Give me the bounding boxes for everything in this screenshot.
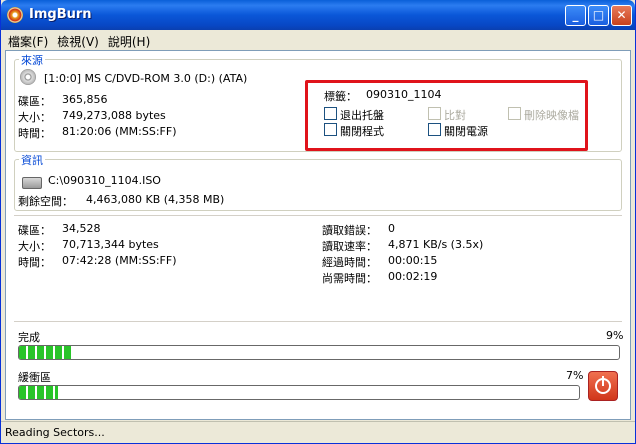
complete-progress-bar: [18, 345, 620, 360]
buffer-progress-fill: [19, 386, 59, 399]
source-device: [1:0:0] MS C/DVD-ROM 3.0 (D:) (ATA): [44, 72, 248, 85]
read-rate-value: 4,871 KB/s (3.5x): [388, 238, 484, 251]
maximize-button[interactable]: □: [588, 5, 609, 26]
info-time-value: 07:42:28 (MM:SS:FF): [62, 254, 177, 267]
elapsed-value: 00:00:15: [388, 254, 438, 267]
info-sectors-label: 碟區：: [18, 224, 51, 237]
status-text: Reading Sectors...: [5, 426, 105, 439]
read-errors-value: 0: [388, 222, 395, 235]
read-rate-label: 讀取速率：: [322, 240, 377, 253]
imgburn-window: ImgBurn _ □ ✕ 檔案(F) 檢視(V) 說明(H) 來源 [1:0:…: [0, 0, 636, 444]
source-size-value: 749,273,088 bytes: [62, 109, 166, 122]
buffer-progress-bar: [18, 385, 580, 400]
info-group-title: 資訊: [19, 152, 45, 168]
info-size-value: 70,713,344 bytes: [62, 238, 159, 251]
menu-bar: 檔案(F) 檢視(V) 說明(H): [1, 30, 635, 49]
source-group-title: 來源: [19, 52, 45, 68]
complete-progress-fill: [19, 346, 73, 359]
source-size-label: 大小：: [18, 111, 51, 124]
source-time-label: 時間：: [18, 127, 51, 140]
remaining-value: 00:02:19: [388, 270, 438, 283]
buffer-label: 緩衝區: [18, 371, 51, 384]
menu-help[interactable]: 說明(H): [105, 30, 156, 49]
divider: [14, 215, 622, 216]
status-bar: Reading Sectors...: [1, 421, 635, 442]
title-bar[interactable]: ImgBurn _ □ ✕: [1, 0, 635, 30]
highlight-box: [305, 80, 588, 151]
buffer-percent: 7%: [566, 369, 584, 382]
free-space-value: 4,463,080 KB (4,358 MB): [86, 193, 225, 206]
output-path: C:\090310_1104.ISO: [48, 174, 161, 187]
elapsed-label: 經過時間：: [322, 256, 377, 269]
abort-button[interactable]: [588, 371, 618, 401]
close-button[interactable]: ✕: [611, 5, 632, 26]
complete-label: 完成: [18, 331, 40, 344]
main-panel: 來源 [1:0:0] MS C/DVD-ROM 3.0 (D:) (ATA) 碟…: [5, 50, 631, 420]
info-time-label: 時間：: [18, 256, 51, 269]
minimize-button[interactable]: _: [565, 5, 586, 26]
hard-drive-icon: [22, 177, 42, 189]
read-errors-label: 讀取錯誤：: [322, 224, 377, 237]
info-sectors-value: 34,528: [62, 222, 101, 235]
divider: [14, 321, 622, 322]
free-space-label: 剩餘空間：: [18, 195, 73, 208]
power-icon-line: [602, 376, 604, 386]
menu-file[interactable]: 檔案(F): [5, 30, 54, 49]
menu-view[interactable]: 檢視(V): [54, 30, 105, 49]
complete-percent: 9%: [606, 329, 624, 342]
imgburn-disc-icon: [7, 7, 23, 23]
source-sectors-value: 365,856: [62, 93, 108, 106]
source-time-value: 81:20:06 (MM:SS:FF): [62, 125, 177, 138]
cd-drive-icon: [20, 69, 36, 85]
info-size-label: 大小：: [18, 240, 51, 253]
window-title: ImgBurn: [29, 7, 92, 22]
source-sectors-label: 碟區：: [18, 95, 51, 108]
remaining-label: 尚需時間：: [322, 272, 377, 285]
